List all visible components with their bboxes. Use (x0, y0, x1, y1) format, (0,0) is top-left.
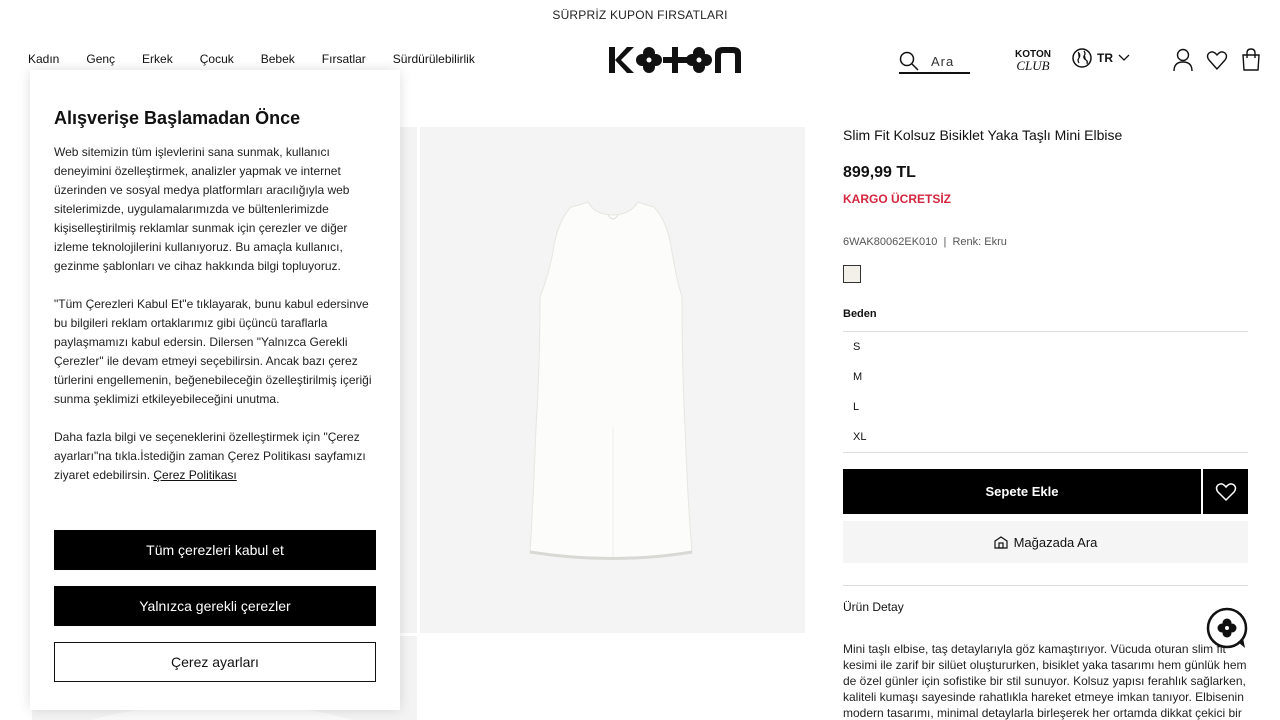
cookie-settings-button[interactable]: Çerez ayarları (54, 642, 376, 682)
only-required-cookies-button[interactable]: Yalnızca gerekli çerezler (54, 586, 376, 626)
size-list: S M L XL (843, 331, 1248, 453)
product-sku-color: 6WAK80062EK010 | Renk: Ekru (843, 236, 1007, 248)
shopping-bag-icon[interactable] (1240, 48, 1262, 72)
add-to-favorites-button[interactable] (1203, 469, 1248, 514)
cookie-title: Alışverişe Başlamadan Önce (54, 108, 301, 128)
size-option-m[interactable]: M (843, 362, 1248, 392)
user-icon[interactable] (1172, 48, 1194, 72)
search-box[interactable] (899, 50, 971, 74)
nav-item-kadin[interactable]: Kadın (28, 52, 59, 66)
globe-icon (1072, 48, 1092, 68)
store-search-button[interactable]: Mağazada Ara (843, 521, 1248, 563)
dress-image (529, 201, 693, 560)
product-title: Slim Fit Kolsuz Bisiklet Yaka Taşlı Mini… (843, 127, 1123, 143)
nav-item-firsatlar[interactable]: Fırsatlar (322, 52, 366, 66)
promo-bar[interactable]: SÜRPRİZ KUPON FIRSATLARI (0, 0, 1280, 30)
product-color: Renk: Ekru (952, 236, 1007, 248)
svg-text:CLUB: CLUB (1016, 58, 1049, 72)
color-swatch[interactable] (843, 265, 861, 283)
chat-support-icon[interactable] (1205, 606, 1249, 650)
koton-logo[interactable] (607, 44, 743, 76)
size-option-l[interactable]: L (843, 392, 1248, 422)
main-nav: Kadın Genç Erkek Çocuk Bebek Fırsatlar S… (28, 52, 502, 66)
purchase-actions: Sepete Ekle (843, 469, 1248, 514)
free-shipping-label: KARGO ÜCRETSİZ (843, 192, 951, 206)
product-main-image[interactable] (420, 127, 805, 633)
product-details: Slim Fit Kolsuz Bisiklet Yaka Taşlı Mini… (843, 127, 1248, 720)
size-label: Beden (843, 308, 877, 320)
size-option-xl[interactable]: XL (843, 422, 1248, 452)
product-detail-accordion[interactable]: Ürün Detay (843, 585, 1248, 629)
search-icon (899, 51, 919, 71)
nav-item-cocuk[interactable]: Çocuk (200, 52, 234, 66)
product-price: 899,99 TL (843, 164, 916, 181)
koton-club-logo[interactable]: KOTON CLUB (1010, 48, 1056, 73)
language-selector[interactable]: TR (1072, 48, 1130, 68)
chevron-down-icon (1118, 54, 1130, 61)
cookie-paragraph-2: "Tüm Çerezleri Kabul Et"e tıklayarak, bu… (54, 297, 372, 406)
product-sku: 6WAK80062EK010 (843, 236, 938, 248)
nav-item-erkek[interactable]: Erkek (142, 52, 173, 66)
language-code: TR (1097, 51, 1113, 65)
nav-item-bebek[interactable]: Bebek (261, 52, 295, 66)
search-input[interactable] (931, 53, 971, 69)
add-to-cart-button[interactable]: Sepete Ekle (843, 469, 1201, 514)
store-search-label: Mağazada Ara (1013, 534, 1098, 550)
cookie-policy-link[interactable]: Çerez Politikası (153, 468, 236, 482)
accept-all-cookies-button[interactable]: Tüm çerezleri kabul et (54, 530, 376, 570)
heart-icon (1215, 482, 1236, 501)
nav-item-surdurulebilirlik[interactable]: Sürdürülebilirlik (393, 52, 475, 66)
heart-icon[interactable] (1206, 48, 1228, 72)
cookie-consent-panel: Alışverişe Başlamadan Önce Web sitemizin… (30, 70, 400, 710)
nav-item-genc[interactable]: Genç (86, 52, 115, 66)
cookie-paragraph-3: Daha fazla bilgi ve seçeneklerini özelle… (54, 428, 376, 485)
cookie-paragraph-1: Web sitemizin tüm işlevlerini sana sunma… (54, 145, 350, 273)
size-option-s[interactable]: S (843, 332, 1248, 362)
store-icon (993, 535, 1008, 549)
product-description: Mini taşlı elbise, taş detaylarıyla göz … (843, 642, 1247, 720)
